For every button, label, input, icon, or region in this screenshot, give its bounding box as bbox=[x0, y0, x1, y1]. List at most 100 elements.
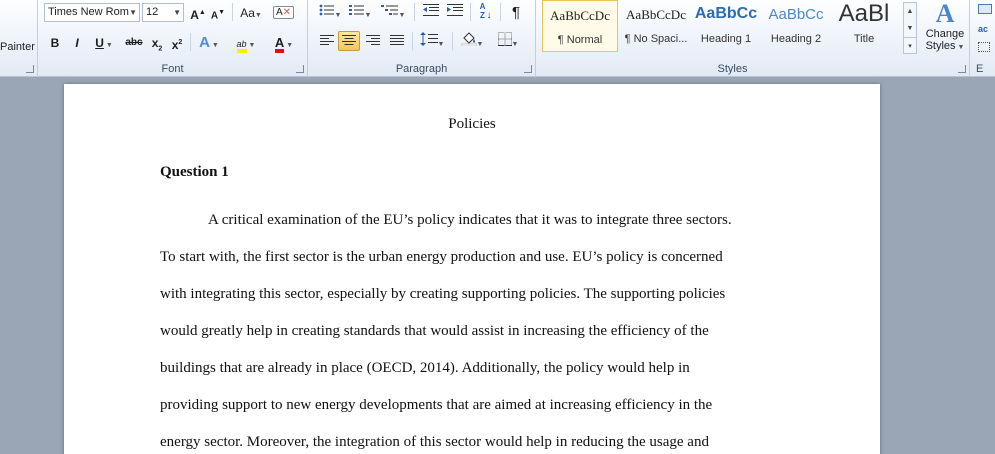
select-icon[interactable] bbox=[978, 42, 990, 52]
borders-button[interactable]: ▼ bbox=[492, 31, 524, 51]
paragraph-group-label: Paragraph bbox=[395, 63, 448, 75]
more-styles-icon[interactable]: ▾ bbox=[904, 37, 916, 53]
clear-formatting-button[interactable]: A✕ bbox=[272, 2, 295, 22]
style-sample: AaBbCcDc bbox=[626, 7, 686, 22]
line-spacing-icon bbox=[419, 32, 438, 46]
align-right-button[interactable] bbox=[362, 31, 384, 51]
document-title: Policies bbox=[448, 116, 496, 132]
font-dialog-launcher[interactable] bbox=[296, 65, 304, 73]
style-sample: AaBl bbox=[838, 0, 890, 27]
editing-group-label: E bbox=[976, 63, 984, 75]
numbering-icon bbox=[348, 5, 364, 15]
paragraph-line: would greatly help in creating standards… bbox=[160, 323, 709, 339]
chevron-down-icon[interactable]: ▼ bbox=[173, 4, 181, 21]
divider bbox=[414, 3, 415, 21]
paragraph-line: To start with, the first sector is the u… bbox=[160, 249, 723, 265]
style-name: Title bbox=[853, 33, 875, 45]
increase-indent-button[interactable] bbox=[444, 2, 466, 22]
multilevel-list-icon bbox=[380, 5, 398, 15]
scroll-down-icon[interactable]: ▼ bbox=[904, 20, 916, 37]
document-area: Policies Question 1 A critical examinati… bbox=[0, 78, 995, 454]
font-color-button[interactable]: A ▼ bbox=[268, 32, 300, 53]
highlight-button[interactable]: ab ▼ bbox=[228, 32, 264, 53]
divider bbox=[232, 3, 233, 21]
paragraph-line: A critical examination of the EU’s polic… bbox=[208, 212, 732, 228]
numbering-button[interactable]: ▼ bbox=[346, 2, 374, 22]
borders-icon bbox=[497, 32, 512, 46]
clipboard-dialog-launcher[interactable] bbox=[26, 65, 34, 73]
justify-button[interactable] bbox=[386, 31, 408, 51]
font-size-combo[interactable]: 12 ▼ bbox=[142, 3, 184, 22]
paragraph-line: buildings that are already in place (OEC… bbox=[160, 360, 690, 376]
replace-icon[interactable]: ac bbox=[978, 24, 988, 34]
bold-button[interactable]: B bbox=[46, 32, 64, 52]
font-group: Times New Rom ▼ 12 ▼ A▲ A▼ Aa▼ A✕ B I U … bbox=[38, 0, 308, 77]
underline-button[interactable]: U ▼ bbox=[90, 32, 118, 52]
shrink-font-button[interactable]: A▼ bbox=[209, 2, 227, 22]
scroll-up-icon[interactable]: ▲ bbox=[904, 3, 916, 20]
styles-group: AaBbCcDc ¶ Normal AaBbCcDc ¶ No Spaci...… bbox=[536, 0, 970, 77]
grow-font-icon: A bbox=[190, 8, 199, 22]
superscript-button[interactable]: x2 bbox=[168, 32, 186, 52]
paragraph-dialog-launcher[interactable] bbox=[524, 65, 532, 73]
style-no-spacing[interactable]: AaBbCcDc ¶ No Spaci... bbox=[618, 0, 694, 52]
font-group-label: Font bbox=[161, 63, 184, 75]
divider bbox=[452, 32, 453, 50]
divider bbox=[412, 32, 413, 50]
paragraph-group: ▼ ▼ ▼ A Z ↓ ¶ ▼ ▼ ▼ Paragraph bbox=[308, 0, 536, 77]
align-center-icon bbox=[342, 35, 356, 45]
align-right-icon bbox=[366, 35, 380, 45]
sort-icon: A Z bbox=[479, 2, 486, 20]
style-sample: AaBbCc bbox=[768, 6, 824, 23]
align-left-button[interactable] bbox=[316, 31, 338, 51]
style-normal[interactable]: AaBbCcDc ¶ Normal bbox=[542, 0, 618, 52]
chevron-down-icon[interactable]: ▼ bbox=[129, 4, 137, 21]
style-heading-1[interactable]: AaBbCc Heading 1 bbox=[688, 0, 764, 52]
change-styles-button[interactable]: A Change Styles ▼ bbox=[921, 0, 969, 62]
text-effects-icon: A bbox=[199, 34, 210, 51]
style-heading-2[interactable]: AaBbCc Heading 2 bbox=[758, 0, 834, 52]
paint-bucket-icon bbox=[460, 32, 477, 47]
sort-button[interactable]: A Z ↓ bbox=[474, 1, 496, 21]
show-formatting-button[interactable]: ¶ bbox=[506, 2, 526, 22]
style-name: Heading 2 bbox=[770, 33, 822, 45]
divider bbox=[500, 3, 501, 21]
strikethrough-button[interactable]: abc bbox=[122, 32, 146, 52]
style-title[interactable]: AaBl Title bbox=[828, 0, 900, 52]
align-center-button[interactable] bbox=[338, 31, 360, 51]
font-name-value: Times New Rom bbox=[48, 6, 129, 18]
styles-dialog-launcher[interactable] bbox=[958, 65, 966, 73]
style-sample: AaBbCc bbox=[694, 5, 758, 22]
divider bbox=[470, 3, 471, 21]
change-case-button[interactable]: Aa▼ bbox=[236, 2, 266, 22]
italic-button[interactable]: I bbox=[68, 32, 86, 52]
decrease-indent-icon bbox=[423, 4, 439, 16]
styles-gallery-scroll[interactable]: ▲ ▼ ▾ bbox=[903, 2, 917, 54]
font-size-value: 12 bbox=[146, 6, 159, 18]
ribbon: Painter Times New Rom ▼ 12 ▼ A▲ A▼ Aa▼ A… bbox=[0, 0, 995, 77]
highlight-icon: ab bbox=[236, 40, 247, 53]
change-case-icon: Aa bbox=[240, 6, 255, 20]
change-styles-label-2: Styles bbox=[925, 40, 956, 52]
decrease-indent-button[interactable] bbox=[420, 2, 442, 22]
paragraph-line: providing support to new energy developm… bbox=[160, 397, 713, 413]
find-icon[interactable] bbox=[978, 4, 992, 14]
grow-font-button[interactable]: A▲ bbox=[188, 2, 208, 22]
paragraph-line: energy sector. Moreover, the integration… bbox=[160, 434, 709, 450]
style-name: ¶ No Spaci... bbox=[624, 33, 688, 45]
line-spacing-button[interactable]: ▼ bbox=[416, 31, 448, 51]
shading-button[interactable]: ▼ bbox=[456, 31, 488, 51]
clear-formatting-icon: A✕ bbox=[273, 6, 295, 19]
justify-icon bbox=[390, 35, 404, 45]
style-name: ¶ Normal bbox=[557, 34, 603, 46]
document-page[interactable]: Policies Question 1 A critical examinati… bbox=[64, 84, 880, 454]
align-left-icon bbox=[320, 35, 334, 45]
subscript-button[interactable]: x2 bbox=[148, 32, 166, 52]
text-effects-button[interactable]: A ▼ bbox=[194, 32, 224, 52]
style-name: Heading 1 bbox=[700, 33, 752, 45]
multilevel-list-button[interactable]: ▼ bbox=[378, 2, 408, 22]
section-heading: Question 1 bbox=[160, 164, 229, 180]
bullets-button[interactable]: ▼ bbox=[316, 2, 344, 22]
font-name-combo[interactable]: Times New Rom ▼ bbox=[44, 3, 140, 22]
format-painter-button[interactable]: Painter bbox=[0, 41, 35, 53]
